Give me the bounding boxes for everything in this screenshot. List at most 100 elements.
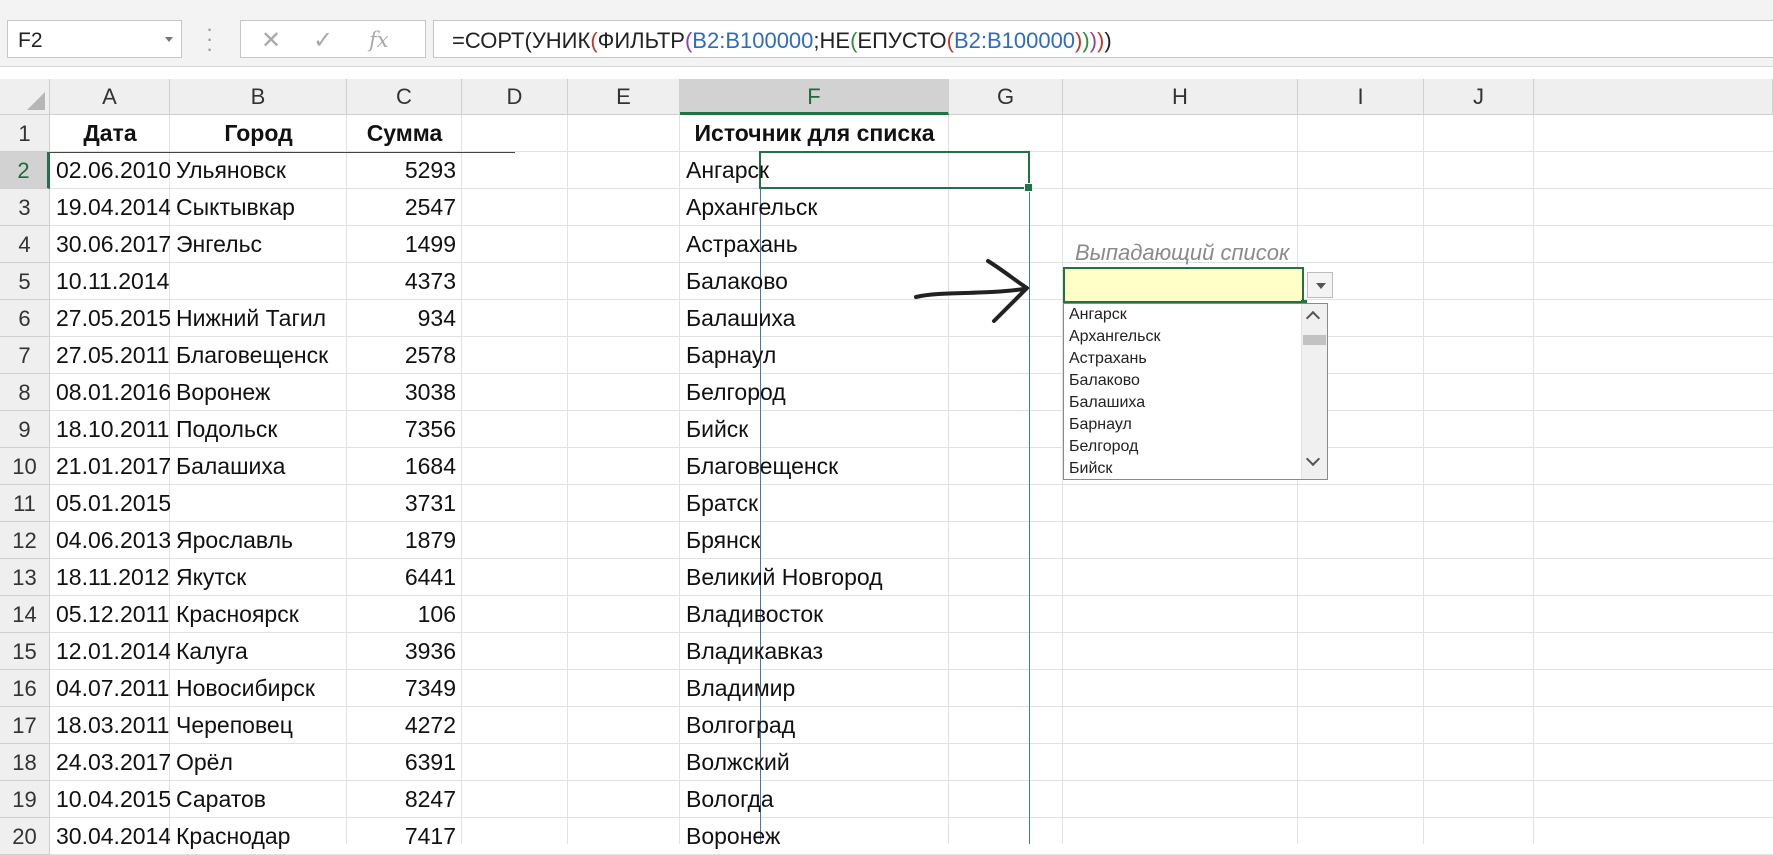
dropdown-arrow-button[interactable] <box>1307 272 1333 298</box>
row-header-15[interactable]: 15 <box>0 633 50 670</box>
row-header-7[interactable]: 7 <box>0 337 50 374</box>
cell-date[interactable]: 08.01.2016 <box>50 374 170 411</box>
cell-sum[interactable]: 1879 <box>347 522 462 559</box>
cell-source-item[interactable]: Балашиха <box>680 300 949 337</box>
cell-source-item[interactable]: Благовещенск <box>680 448 949 485</box>
cancel-icon[interactable]: ✕ <box>261 26 281 55</box>
dropdown-option[interactable]: Архангельск <box>1069 326 1160 348</box>
cell-city[interactable]: Ярославль <box>170 522 347 559</box>
cell-sum[interactable]: 8247 <box>347 781 462 818</box>
cell-sum[interactable]: 106 <box>347 596 462 633</box>
cell-sum[interactable]: 6391 <box>347 744 462 781</box>
name-box-dropdown-icon[interactable] <box>165 37 173 42</box>
cell-date[interactable]: 04.07.2011 <box>50 670 170 707</box>
cell-date[interactable]: 04.06.2013 <box>50 522 170 559</box>
cell-source-item[interactable]: Белгород <box>680 374 949 411</box>
cell-city[interactable]: Ульяновск <box>170 152 347 189</box>
dropdown-scrollbar[interactable] <box>1301 304 1327 479</box>
column-header-b[interactable]: B <box>170 79 347 115</box>
cell-source-item[interactable]: Вологда <box>680 781 949 818</box>
cell-city[interactable]: Якутск <box>170 559 347 596</box>
cell-sum[interactable]: 3936 <box>347 633 462 670</box>
cell-city[interactable]: Калуга <box>170 633 347 670</box>
row-header-12[interactable]: 12 <box>0 522 50 559</box>
cell-sum[interactable]: 1499 <box>347 226 462 263</box>
row-header-20[interactable]: 20 <box>0 818 50 855</box>
cell-sum[interactable]: 934 <box>347 300 462 337</box>
cell-date[interactable]: 10.04.2015 <box>50 781 170 818</box>
scroll-down-icon[interactable] <box>1305 451 1321 467</box>
header-sum[interactable]: Сумма <box>347 115 462 152</box>
more-options-icon[interactable]: · · · <box>204 18 214 60</box>
cell-city[interactable]: Новосибирск <box>170 670 347 707</box>
insert-function-icon[interactable]: fx <box>369 28 389 52</box>
dropdown-option[interactable]: Барнаул <box>1069 414 1132 436</box>
row-header-3[interactable]: 3 <box>0 189 50 226</box>
cell-source-item[interactable]: Воронеж <box>680 818 949 855</box>
cell-sum[interactable]: 3731 <box>347 485 462 522</box>
name-box[interactable]: F2 <box>7 20 182 58</box>
row-header-16[interactable]: 16 <box>0 670 50 707</box>
row-header-10[interactable]: 10 <box>0 448 50 485</box>
cell-source-item[interactable]: Волжский <box>680 744 949 781</box>
column-header-f[interactable]: F <box>680 79 949 115</box>
cell-date[interactable]: 21.01.2017 <box>50 448 170 485</box>
cell-date[interactable]: 30.06.2017 <box>50 226 170 263</box>
cell-source-item[interactable]: Астрахань <box>680 226 949 263</box>
row-header-2[interactable]: 2 <box>0 152 50 189</box>
cell-sum[interactable]: 7349 <box>347 670 462 707</box>
cell-city[interactable]: Нижний Тагил <box>170 300 347 337</box>
dropdown-option[interactable]: Балашиха <box>1069 392 1145 414</box>
cell-source-item[interactable]: Владивосток <box>680 596 949 633</box>
cell-date[interactable]: 27.05.2011 <box>50 337 170 374</box>
cell-date[interactable]: 05.01.2015 <box>50 485 170 522</box>
cell-city[interactable]: Орёл <box>170 744 347 781</box>
cell-city[interactable]: Благовещенск <box>170 337 347 374</box>
row-header-11[interactable]: 11 <box>0 485 50 522</box>
dropdown-list[interactable]: Бийск Белгород Барнаул Балашиха Балаково Астр… <box>1063 303 1328 480</box>
cell-date[interactable]: 19.04.2014 <box>50 189 170 226</box>
cell-date[interactable]: 05.12.2011 <box>50 596 170 633</box>
row-header-4[interactable]: 4 <box>0 226 50 263</box>
column-header-d[interactable]: D <box>462 79 568 115</box>
cell-source-item[interactable]: Балаково <box>680 263 949 300</box>
cell-city[interactable]: Череповец <box>170 707 347 744</box>
cell-date[interactable]: 24.03.2017 <box>50 744 170 781</box>
dropdown-option[interactable]: Белгород <box>1069 436 1138 458</box>
cell-source-item[interactable]: Владимир <box>680 670 949 707</box>
cell-date[interactable]: 27.05.2015 <box>50 300 170 337</box>
row-header-14[interactable]: 14 <box>0 596 50 633</box>
cell-date[interactable]: 10.11.2014 <box>50 263 170 300</box>
header-source-list[interactable]: Источник для списка <box>680 115 949 152</box>
row-header-19[interactable]: 19 <box>0 781 50 818</box>
cell-sum[interactable]: 4272 <box>347 707 462 744</box>
cell-sum[interactable]: 2578 <box>347 337 462 374</box>
column-header-a[interactable]: A <box>50 79 170 115</box>
cell-sum[interactable]: 5293 <box>347 152 462 189</box>
header-city[interactable]: Город <box>170 115 347 152</box>
row-header-8[interactable]: 8 <box>0 374 50 411</box>
cell-city[interactable] <box>170 485 347 522</box>
cell-date[interactable]: 02.06.2010 <box>50 152 170 189</box>
cell-city[interactable]: Балашиха <box>170 448 347 485</box>
row-header-13[interactable]: 13 <box>0 559 50 596</box>
enter-icon[interactable]: ✓ <box>313 26 333 55</box>
row-header-18[interactable]: 18 <box>0 744 50 781</box>
column-header-j[interactable]: J <box>1424 79 1534 115</box>
select-all-button[interactable] <box>0 79 50 115</box>
cell-source-item[interactable]: Волгоград <box>680 707 949 744</box>
formula-input[interactable]: =СОРТ(УНИК(ФИЛЬТР(B2:B100000;НЕ(ЕПУСТО(B… <box>433 20 1773 58</box>
row-header-5[interactable]: 5 <box>0 263 50 300</box>
cell-sum[interactable]: 1684 <box>347 448 462 485</box>
column-header-e[interactable]: E <box>568 79 680 115</box>
cell-date[interactable]: 18.10.2011 <box>50 411 170 448</box>
cell-date[interactable]: 30.04.2014 <box>50 818 170 855</box>
cell-sum[interactable]: 7356 <box>347 411 462 448</box>
cell-source-item[interactable]: Барнаул <box>680 337 949 374</box>
row-header-17[interactable]: 17 <box>0 707 50 744</box>
cell-city[interactable]: Подольск <box>170 411 347 448</box>
cell-source-item[interactable]: Братск <box>680 485 949 522</box>
column-header-h[interactable]: H <box>1063 79 1298 115</box>
cell-source-item[interactable]: Брянск <box>680 522 949 559</box>
cell-sum[interactable]: 3038 <box>347 374 462 411</box>
